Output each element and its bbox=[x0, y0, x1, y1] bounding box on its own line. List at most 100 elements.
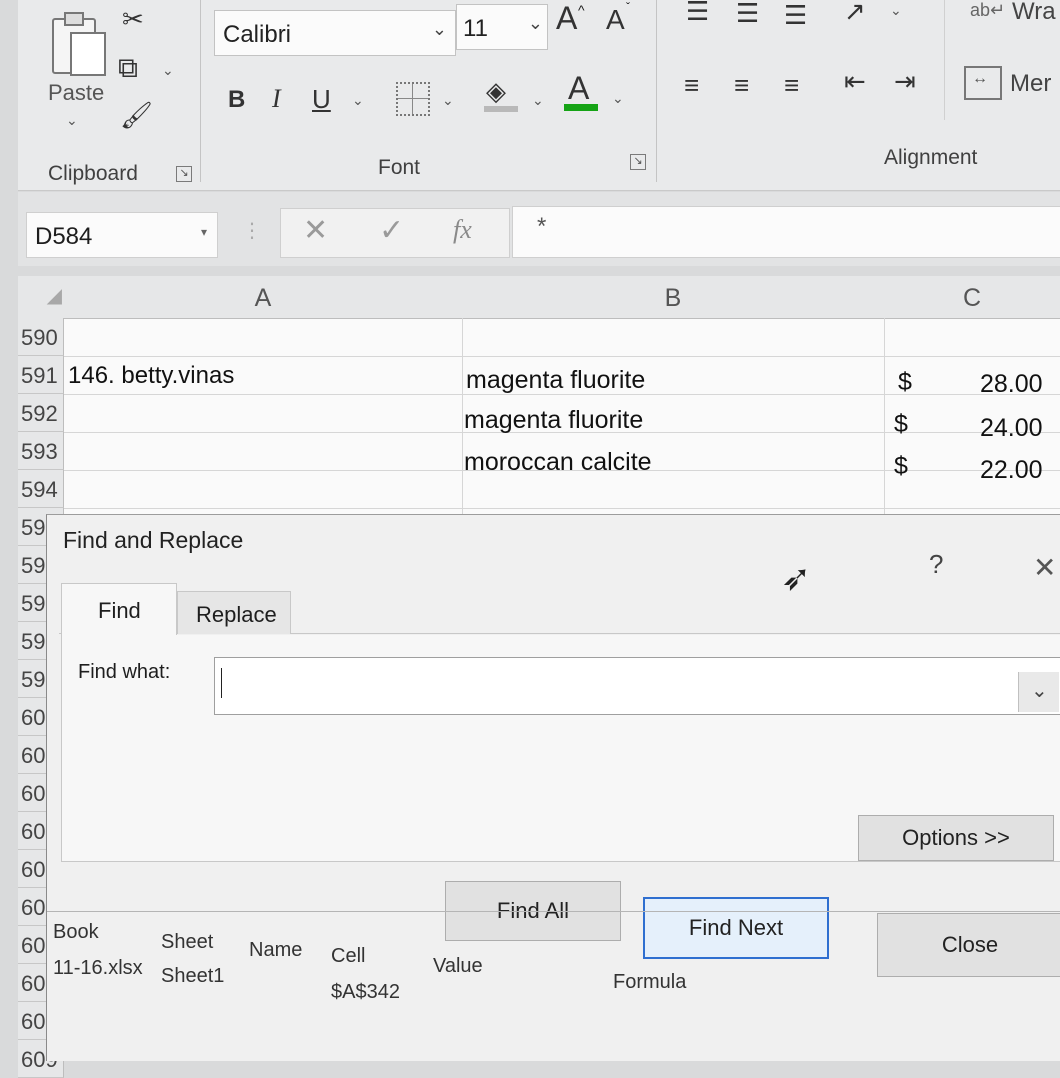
chevron-down-icon: ⌄ bbox=[431, 19, 447, 39]
clipboard-launcher-icon[interactable]: ↘ bbox=[176, 166, 192, 182]
name-box-dropdown-icon[interactable]: ▾ bbox=[201, 225, 207, 239]
bold-button[interactable]: B bbox=[228, 86, 245, 114]
find-tab-panel: Find what: ⌄ Options >> bbox=[61, 635, 1060, 862]
orientation-dropdown-icon[interactable]: ⌄ bbox=[890, 2, 902, 19]
paste-button[interactable]: Paste bbox=[48, 80, 104, 106]
cell-c593-currency: $ bbox=[894, 452, 908, 480]
font-group-label: Font bbox=[378, 156, 421, 179]
result-sheet: Sheet1 bbox=[161, 965, 225, 987]
row-header[interactable]: 594 bbox=[18, 470, 64, 508]
cell-c592[interactable]: 24.00 bbox=[980, 414, 1043, 443]
borders-icon[interactable] bbox=[396, 82, 430, 116]
underline-dropdown-icon[interactable]: ⌄ bbox=[352, 92, 364, 109]
font-color-bar bbox=[564, 104, 598, 111]
cancel-entry-icon[interactable]: ✕ bbox=[303, 213, 328, 248]
align-right-icon[interactable]: ≡ bbox=[784, 70, 799, 101]
row-header[interactable]: 592 bbox=[18, 394, 64, 432]
row-header[interactable]: 590 bbox=[18, 318, 64, 356]
wrap-text-button[interactable]: Wra bbox=[1012, 0, 1056, 26]
align-center-icon[interactable]: ≡ bbox=[734, 70, 749, 101]
alignment-group-label: Alignment bbox=[884, 146, 978, 169]
close-icon[interactable]: ✕ bbox=[1033, 551, 1056, 584]
cell-b591[interactable]: magenta fluorite bbox=[466, 366, 645, 395]
find-what-dropdown[interactable]: ⌄ bbox=[1018, 672, 1059, 712]
close-button[interactable]: Close bbox=[877, 913, 1060, 977]
options-button-label: Options >> bbox=[902, 825, 1010, 850]
shrink-font-button[interactable]: A bbox=[606, 4, 625, 36]
paste-icon[interactable] bbox=[52, 10, 106, 76]
copy-dropdown-icon[interactable]: ⌄ bbox=[162, 62, 174, 79]
formula-input[interactable]: * bbox=[512, 206, 1060, 258]
insert-function-button[interactable]: fx bbox=[453, 215, 472, 245]
column-header-b[interactable]: B bbox=[462, 276, 885, 319]
find-what-label: Find what: bbox=[78, 661, 171, 683]
ribbon-separator bbox=[200, 0, 201, 182]
copy-icon[interactable]: ⧉ bbox=[118, 52, 138, 85]
cut-icon[interactable]: ✂ bbox=[122, 4, 144, 35]
formula-bar: D584 ▾ ⋮ ✕ ✓ fx * bbox=[18, 192, 1060, 266]
help-button[interactable]: ? bbox=[929, 549, 943, 580]
select-all-corner[interactable]: ◢ bbox=[18, 276, 65, 319]
results-row[interactable]: 11-16.xlsx Sheet1 $A$342 bbox=[47, 955, 607, 1015]
grow-font-button[interactable]: A bbox=[556, 0, 577, 37]
options-button[interactable]: Options >> bbox=[858, 815, 1054, 861]
underline-button[interactable]: U bbox=[312, 84, 331, 115]
wrap-text-icon[interactable]: ab↵ bbox=[970, 0, 1005, 21]
borders-dropdown-icon[interactable]: ⌄ bbox=[442, 92, 454, 109]
result-book: 11-16.xlsx bbox=[53, 957, 143, 979]
font-size-value: 11 bbox=[463, 15, 488, 42]
results-header-formula[interactable]: Formula bbox=[613, 971, 686, 994]
italic-button[interactable]: I bbox=[272, 84, 281, 114]
find-what-input[interactable]: ⌄ bbox=[214, 657, 1060, 715]
tab-find[interactable]: Find bbox=[61, 583, 177, 636]
font-launcher-icon[interactable]: ↘ bbox=[630, 154, 646, 170]
row-header[interactable]: 591 bbox=[18, 356, 64, 394]
gridline bbox=[64, 356, 1060, 357]
fill-color-dropdown-icon[interactable]: ⌄ bbox=[532, 92, 544, 109]
align-left-icon[interactable]: ≡ bbox=[684, 70, 699, 101]
row-header[interactable]: 593 bbox=[18, 432, 64, 470]
cell-b593[interactable]: moroccan calcite bbox=[464, 448, 652, 477]
tab-replace[interactable]: Replace bbox=[177, 591, 291, 634]
select-all-triangle-icon: ◢ bbox=[46, 285, 62, 307]
find-next-button[interactable]: Find Next bbox=[643, 897, 829, 959]
font-name-dropdown[interactable]: Calibri ⌄ bbox=[214, 10, 456, 56]
chevron-down-icon: ⌄ bbox=[527, 13, 543, 33]
cell-c591[interactable]: 28.00 bbox=[980, 370, 1043, 399]
font-color-dropdown-icon[interactable]: ⌄ bbox=[612, 90, 624, 107]
results-divider bbox=[47, 911, 1060, 912]
font-color-button[interactable]: A bbox=[568, 70, 589, 107]
results-header-sheet[interactable]: Sheet bbox=[161, 931, 213, 954]
column-header-a[interactable]: A bbox=[64, 276, 463, 319]
font-size-dropdown[interactable]: 11 ⌄ bbox=[456, 4, 548, 50]
name-box[interactable]: D584 ▾ bbox=[26, 212, 218, 258]
formula-input-value: * bbox=[537, 213, 547, 240]
merge-button[interactable]: Mer bbox=[1010, 70, 1051, 98]
clipboard-group-label: Clipboard bbox=[48, 162, 138, 185]
merge-icon[interactable]: ↔ bbox=[964, 66, 1002, 100]
decrease-indent-icon[interactable]: ⇤ bbox=[844, 66, 866, 97]
tab-find-label: Find bbox=[98, 598, 141, 623]
fill-color-bar bbox=[484, 106, 518, 112]
align-bottom-icon[interactable]: ☰ bbox=[784, 0, 807, 31]
orientation-icon[interactable]: ↗ bbox=[844, 0, 866, 27]
increase-indent-icon[interactable]: ⇥ bbox=[894, 66, 916, 97]
text-caret bbox=[221, 668, 222, 698]
cell-c593[interactable]: 22.00 bbox=[980, 456, 1043, 485]
close-button-label: Close bbox=[941, 932, 999, 957]
cell-c592-currency: $ bbox=[894, 410, 908, 438]
results-header-book[interactable]: Book bbox=[53, 921, 99, 944]
formula-bar-grip-icon[interactable]: ⋮ bbox=[242, 218, 262, 243]
find-next-label: Find Next bbox=[688, 915, 784, 940]
ribbon: Paste ⌄ ✂ ⧉ ⌄ 🖌 Clipboard ↘ Calibri ⌄ 11… bbox=[18, 0, 1060, 191]
cell-a591[interactable]: 146. betty.vinas bbox=[68, 362, 234, 390]
enter-entry-icon[interactable]: ✓ bbox=[379, 213, 404, 248]
align-top-icon[interactable]: ☰ bbox=[686, 0, 709, 27]
align-middle-icon[interactable]: ☰ bbox=[736, 0, 759, 29]
find-replace-dialog: Find and Replace ? ✕ ➶ Find Replace Find… bbox=[46, 514, 1060, 1061]
column-header-c[interactable]: C bbox=[884, 276, 1060, 319]
paste-dropdown-icon[interactable]: ⌄ bbox=[66, 112, 78, 129]
cell-b592[interactable]: magenta fluorite bbox=[464, 406, 643, 435]
format-painter-icon[interactable]: 🖌 bbox=[120, 100, 153, 131]
fill-color-icon[interactable]: ◈ bbox=[486, 76, 506, 107]
